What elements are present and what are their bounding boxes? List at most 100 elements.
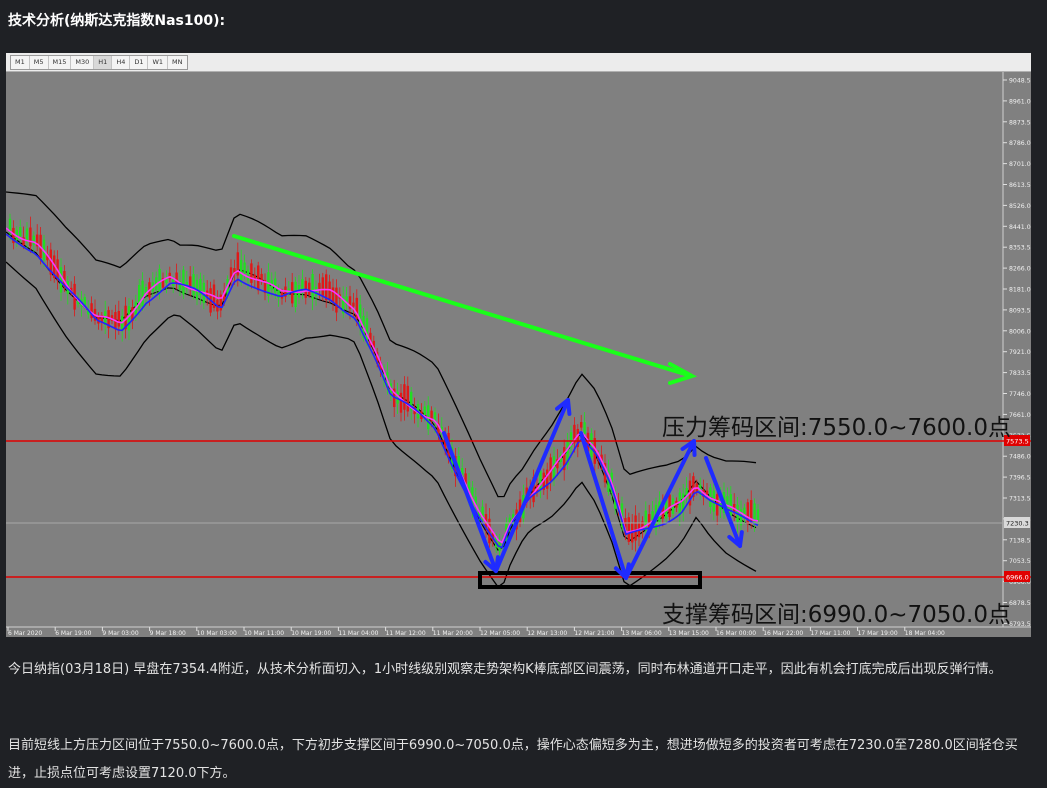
price-axis-label: 6878.5 xyxy=(1009,600,1031,607)
candle-bull xyxy=(294,281,297,308)
time-axis-label: 9 Mar 03:00 xyxy=(102,630,138,637)
candle-bear xyxy=(29,227,32,247)
time-axis-label: 10 Mar 19:00 xyxy=(291,630,331,637)
price-axis-label: 8441.0 xyxy=(1009,224,1031,231)
candle-bear xyxy=(308,282,311,296)
price-axis-label: 8961.0 xyxy=(1009,98,1031,105)
timeframe-mn[interactable]: MN xyxy=(168,56,186,69)
candle-bull xyxy=(182,269,185,295)
price-axis-label: 7833.5 xyxy=(1009,370,1031,377)
candle-bear xyxy=(331,287,335,303)
timeframe-h1[interactable]: H1 xyxy=(94,56,113,69)
candle-bull xyxy=(192,274,195,296)
timeframe-m5[interactable]: M5 xyxy=(30,56,49,69)
time-axis-label: 6 Mar 2020 xyxy=(8,630,42,637)
candle-bear xyxy=(325,274,328,301)
analysis-paragraph-1: 今日纳指(03月18日) 早盘在7354.4附近，从技术分析面切入，1小时线级别… xyxy=(8,662,1002,677)
price-axis-label: 8093.5 xyxy=(1009,307,1031,314)
price-axis-label: 9048.5 xyxy=(1009,78,1031,85)
time-axis-label: 13 Mar 15:00 xyxy=(669,630,709,637)
price-axis-label: 8613.5 xyxy=(1009,182,1031,189)
price-axis-label: 7138.5 xyxy=(1009,537,1031,544)
timeframe-toolbar: M1 M5 M15 M30 H1 H4 D1 W1 MN xyxy=(6,53,1031,72)
support-price-tag-text: 6966.0 xyxy=(1006,574,1029,582)
time-axis-label: 12 Mar 21:00 xyxy=(574,630,614,637)
chart-canvas: 9048.5 8961.0 8873.5 8786.0 8701.0 8613.5 8526… xyxy=(6,53,1031,637)
timeframe-buttons: M1 M5 M15 M30 H1 H4 D1 W1 MN xyxy=(10,55,188,70)
candle-bear xyxy=(403,384,406,410)
candle-bull xyxy=(678,492,681,516)
support-zone-label: 支撑筹码区间:6990.0~7050.0点 xyxy=(662,602,1011,628)
price-axis-label: 7661.0 xyxy=(1009,412,1031,419)
candle-bear xyxy=(705,490,709,495)
time-axis-label: 12 Mar 13:00 xyxy=(527,630,567,637)
candle-bear xyxy=(318,282,321,289)
price-axis-label: 7746.0 xyxy=(1009,391,1031,398)
candle-bear xyxy=(399,392,403,413)
candle-bull xyxy=(311,274,314,300)
candle-bull xyxy=(423,406,426,416)
current-price-tag-text: 7230.3 xyxy=(1006,520,1029,528)
time-axis-label: 13 Mar 06:00 xyxy=(622,630,662,637)
price-axis-label: 8873.5 xyxy=(1009,119,1031,126)
time-axis-label: 17 Mar 11:00 xyxy=(810,630,850,637)
time-axis-label: 6 Mar 19:00 xyxy=(55,630,91,637)
price-axis-label: 8181.0 xyxy=(1009,287,1031,294)
candle-bull xyxy=(243,262,246,274)
candle-bull xyxy=(246,269,250,281)
candle-bear xyxy=(634,515,637,541)
analysis-paragraph-2: 目前短线上方压力区间位于7550.0~7600.0点，下方初步支撑区间于6990… xyxy=(8,738,1018,781)
price-axis-label: 6793.5 xyxy=(1009,621,1031,628)
timeframe-m30[interactable]: M30 xyxy=(71,56,95,69)
time-axis-label: 11 Mar 12:00 xyxy=(386,630,426,637)
candle-bear xyxy=(627,517,630,542)
price-axis-label: 8526.0 xyxy=(1009,203,1031,210)
price-axis-label: 7921.0 xyxy=(1009,349,1031,356)
candle-bear xyxy=(321,277,324,296)
candle-bear xyxy=(168,272,171,280)
timeframe-h4[interactable]: H4 xyxy=(112,56,131,69)
time-axis-label: 11 Mar 20:00 xyxy=(433,630,473,637)
price-axis-label: 7396.5 xyxy=(1009,475,1031,482)
time-axis-label: 18 Mar 04:00 xyxy=(905,630,945,637)
time-axis-label: 10 Mar 11:00 xyxy=(244,630,284,637)
candle-bear xyxy=(257,265,260,291)
candle-bull xyxy=(314,286,318,296)
time-axis-label: 10 Mar 03:00 xyxy=(197,630,237,637)
candle-bull xyxy=(19,227,22,237)
timeframe-d1[interactable]: D1 xyxy=(130,56,149,69)
time-axis-label: 11 Mar 04:00 xyxy=(338,630,378,637)
candle-bull xyxy=(756,509,760,521)
candle-bear xyxy=(117,310,120,327)
candle-bull xyxy=(141,280,144,307)
candle-bear xyxy=(335,287,338,313)
candle-bull xyxy=(729,494,732,516)
time-axis-label: 16 Mar 00:00 xyxy=(716,630,756,637)
time-axis-label: 16 Mar 22:00 xyxy=(763,630,803,637)
price-chart: 9048.5 8961.0 8873.5 8786.0 8701.0 8613.5 8526… xyxy=(6,53,1031,637)
price-axis-label: 7053.5 xyxy=(1009,558,1031,565)
candle-bull xyxy=(644,510,647,531)
price-axis-label: 8006.0 xyxy=(1009,328,1031,335)
price-axis-label: 8786.0 xyxy=(1009,140,1031,147)
timeframe-m15[interactable]: M15 xyxy=(49,56,72,69)
candle-bear xyxy=(668,494,671,518)
article-heading: 技术分析(纳斯达克指数Nas100): xyxy=(8,13,226,29)
price-axis-label: 7486.0 xyxy=(1009,454,1031,461)
candle-bull xyxy=(127,306,131,331)
time-axis-label: 12 Mar 05:00 xyxy=(480,630,520,637)
price-axis-label: 8353.5 xyxy=(1009,245,1031,252)
price-axis-label: 8701.0 xyxy=(1009,161,1031,168)
timeframe-m1[interactable]: M1 xyxy=(11,56,30,69)
candle-bear xyxy=(406,385,409,412)
time-axis-label: 9 Mar 18:00 xyxy=(150,630,186,637)
time-axis-label: 17 Mar 19:00 xyxy=(858,630,898,637)
timeframe-w1[interactable]: W1 xyxy=(148,56,169,69)
candle-bull xyxy=(240,259,243,283)
resistance-zone-label: 压力筹码区间:7550.0~7600.0点 xyxy=(662,415,1011,441)
price-axis-label: 8266.0 xyxy=(1009,266,1031,273)
candle-bear xyxy=(580,422,583,428)
candle-bull xyxy=(583,422,586,434)
price-axis-label: 7313.5 xyxy=(1009,496,1031,503)
candle-bear xyxy=(352,302,355,307)
